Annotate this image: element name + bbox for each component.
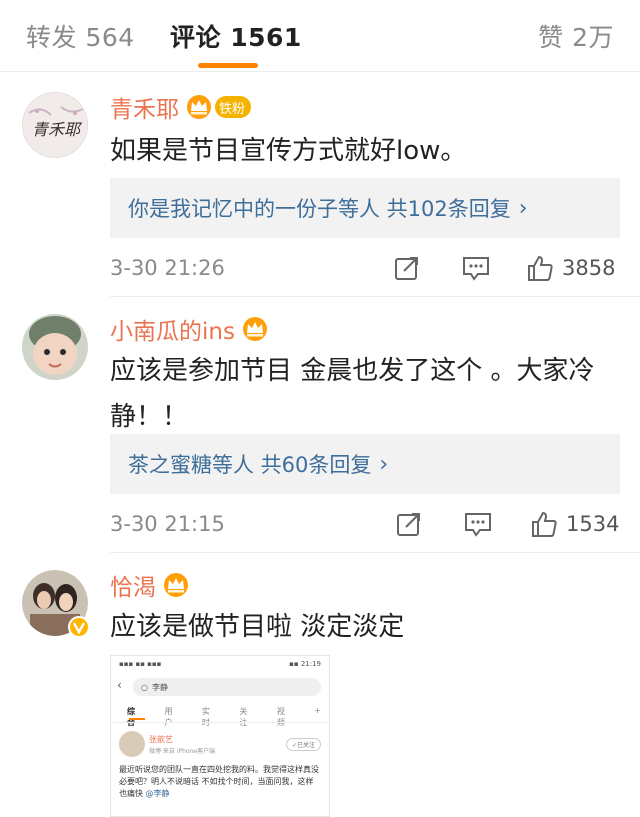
share-button[interactable]	[394, 255, 420, 281]
comment-icon	[465, 513, 491, 537]
comment-button[interactable]	[464, 511, 492, 537]
embedded-status-right: ▪▪ 21:19	[289, 660, 321, 668]
embedded-follow-button: ✓已关注	[285, 738, 321, 751]
tab-comments[interactable]: 评论 1561	[170, 18, 302, 54]
reply-summary-text: 你是我记忆中的一份子等人 共102条回复	[128, 197, 511, 221]
comment-text: 如果是节目宣传方式就好low。	[110, 136, 467, 166]
embedded-search-bar: ○ 李静	[133, 678, 321, 696]
share-icon	[397, 513, 420, 536]
embedded-post-body: 最近听说您的团队一直在四处挖我的料。我觉得这样真没必要吧？明人不说暗话 不如找个…	[119, 764, 321, 800]
embedded-screenshot-image[interactable]: ▪▪▪ ▪▪ ▪▪▪ ▪▪ 21:19 ‹ ○ 李静 综合 用户 实时 关注 视…	[110, 655, 330, 817]
comment-time: 3-30 21:15	[110, 512, 225, 536]
tab-likes[interactable]: 赞 2万	[538, 18, 614, 54]
username[interactable]: 青禾耶	[110, 90, 179, 124]
comment-text: 应该是做节目啦 淡定淡定	[110, 612, 405, 642]
divider	[110, 296, 640, 297]
vip-crown-icon[interactable]	[241, 316, 269, 342]
avatar-text: 青禾耶	[32, 120, 83, 139]
user-row: 小南瓜的ins	[110, 312, 269, 346]
comment-text: 应该是参加节目 金晨也发了这个 。大家冷静！！	[110, 356, 595, 432]
embedded-tab: 综合	[127, 707, 135, 727]
embedded-mention: @李静	[145, 789, 170, 798]
embedded-author: 张歆艺	[149, 735, 173, 744]
embedded-status-bar: ▪▪▪ ▪▪ ▪▪▪ ▪▪ 21:19	[119, 660, 321, 670]
comment-meta: 3-30 21:15 1534	[110, 506, 620, 542]
chevron-right-icon: ›	[518, 195, 528, 221]
embedded-tab: 用户	[164, 707, 173, 727]
like-count: 3858	[562, 256, 616, 280]
fan-badge[interactable]: 铁粉	[215, 96, 252, 118]
like-count: 1534	[566, 512, 620, 536]
reply-summary-text: 茶之蜜糖等人 共60条回复	[128, 453, 372, 477]
embedded-divider	[111, 722, 329, 723]
comment-time: 3-30 21:26	[110, 256, 225, 280]
like-button[interactable]: 1534	[530, 510, 619, 538]
vip-crown-icon[interactable]	[162, 572, 190, 598]
like-button[interactable]: 3858	[526, 254, 615, 282]
embedded-tab: 关注	[239, 707, 248, 727]
avatar[interactable]: 青禾耶	[22, 92, 88, 158]
tab-reposts[interactable]: 转发 564	[26, 18, 135, 54]
embedded-tab: 实时	[201, 707, 210, 727]
reply-summary[interactable]: 茶之蜜糖等人 共60条回复 ›	[110, 434, 620, 494]
avatar-calligraphy-image: 青禾耶	[23, 93, 87, 157]
vip-crown-icon[interactable]	[185, 94, 213, 120]
user-row: 恰渴	[110, 568, 190, 602]
embedded-tab: 视频	[276, 707, 285, 727]
reply-summary[interactable]: 你是我记忆中的一份子等人 共102条回复 ›	[110, 178, 620, 238]
thumbs-up-icon	[532, 511, 557, 537]
thumbs-up-icon	[528, 255, 553, 281]
embedded-tabs: 综合 用户 实时 关注 视频 +	[127, 706, 321, 728]
avatar-baby-photo	[22, 314, 88, 380]
embedded-tab-indicator	[129, 718, 145, 720]
share-icon	[395, 257, 418, 280]
comment-tab-bar: 转发 564 评论 1561 赞 2万	[0, 0, 640, 72]
embedded-back-icon: ‹	[117, 678, 122, 692]
embedded-status-left: ▪▪▪ ▪▪ ▪▪▪	[119, 660, 162, 668]
chevron-right-icon: ›	[379, 451, 389, 477]
comment-button[interactable]	[462, 255, 490, 281]
verified-icon	[68, 616, 90, 638]
embedded-avatar	[119, 731, 145, 757]
divider	[110, 552, 640, 553]
username[interactable]: 小南瓜的ins	[110, 312, 235, 346]
avatar[interactable]	[22, 570, 90, 638]
embedded-search-icon: ○	[141, 682, 148, 692]
embedded-plus-icon: +	[314, 706, 321, 715]
comment-meta: 3-30 21:26 3858	[110, 250, 620, 286]
embedded-search-query: 李静	[151, 682, 168, 692]
avatar[interactable]	[22, 314, 88, 380]
share-button[interactable]	[396, 511, 422, 537]
user-row: 青禾耶 铁粉	[110, 90, 252, 124]
active-tab-indicator	[198, 63, 258, 68]
comment-icon	[463, 257, 489, 281]
embedded-source: 微博 来自 iPhone客户端	[149, 748, 216, 755]
username[interactable]: 恰渴	[110, 568, 156, 602]
